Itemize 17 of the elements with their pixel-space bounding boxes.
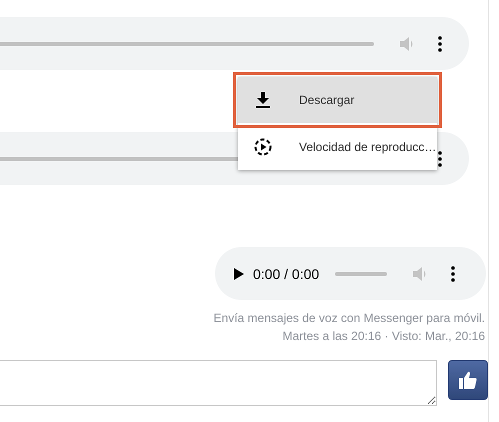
seek-slider[interactable] (0, 42, 374, 46)
more-options-icon[interactable] (451, 266, 456, 282)
menu-item[interactable]: Velocidad de reproducc… (238, 123, 437, 170)
thumbs-up-icon[interactable] (459, 371, 477, 389)
seen-status: Martes a las 20:16 · Visto: Mar., 20:16 (282, 328, 485, 345)
more-options-icon[interactable] (438, 150, 442, 166)
time-display: 0:00 / 0:00 (253, 266, 320, 282)
audio-player[interactable]: 0:00 / 0:00 (215, 247, 486, 300)
playback-speed-icon[interactable] (254, 138, 272, 156)
play-icon[interactable] (234, 268, 244, 280)
menu-item[interactable]: Descargar (238, 77, 437, 123)
more-options-icon[interactable] (438, 36, 442, 52)
seek-slider[interactable] (335, 272, 388, 276)
message-input-field[interactable] (0, 360, 437, 406)
voice-message-notice: Envía mensajes de voz con Messenger para móvil. (214, 310, 485, 327)
like-button[interactable] (448, 360, 488, 400)
download-icon[interactable] (256, 92, 270, 108)
